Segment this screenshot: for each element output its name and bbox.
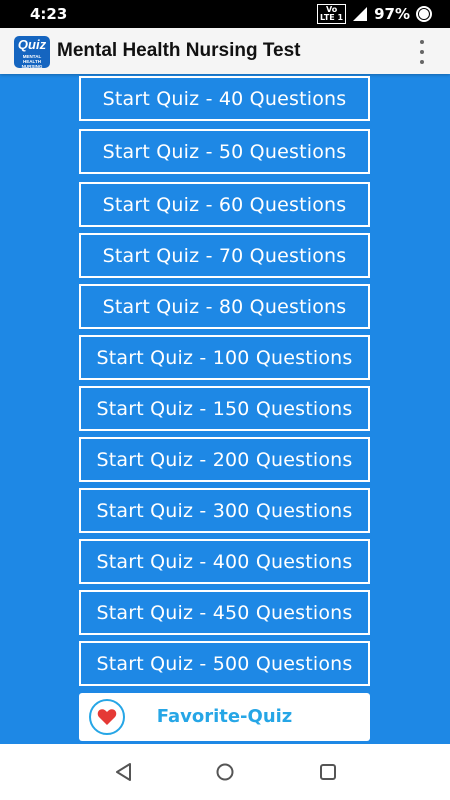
start-quiz-500-button[interactable]: Start Quiz - 500 Questions xyxy=(79,641,370,686)
start-quiz-150-button[interactable]: Start Quiz - 150 Questions xyxy=(79,386,370,431)
app-title: Mental Health Nursing Test xyxy=(57,40,301,61)
home-icon[interactable] xyxy=(213,760,237,784)
start-quiz-80-button[interactable]: Start Quiz - 80 Questions xyxy=(79,284,370,329)
signal-icon xyxy=(353,7,368,21)
start-quiz-60-button[interactable]: Start Quiz - 60 Questions xyxy=(79,182,370,227)
overflow-menu-icon[interactable] xyxy=(418,40,426,64)
back-icon[interactable] xyxy=(112,760,136,784)
start-quiz-200-button[interactable]: Start Quiz - 200 Questions xyxy=(79,437,370,482)
start-quiz-100-button[interactable]: Start Quiz - 100 Questions xyxy=(79,335,370,380)
battery-percent: 97% xyxy=(374,5,410,23)
app-bar: Quiz MENTAL HEALTH NURSING Mental Health… xyxy=(0,28,450,74)
app-logo-subtitle: MENTAL HEALTH NURSING xyxy=(21,54,43,68)
lte-label: LTE 1 xyxy=(320,13,344,22)
volte-icon: Vo LTE 1 xyxy=(317,4,347,24)
favorite-quiz-label: Favorite-Quiz xyxy=(156,706,293,727)
start-quiz-450-button[interactable]: Start Quiz - 450 Questions xyxy=(79,590,370,635)
start-quiz-50-button[interactable]: Start Quiz - 50 Questions xyxy=(79,129,370,174)
status-time: 4:23 xyxy=(30,5,68,23)
start-quiz-400-button[interactable]: Start Quiz - 400 Questions xyxy=(79,539,370,584)
app-logo: Quiz MENTAL HEALTH NURSING xyxy=(14,36,50,68)
start-quiz-300-button[interactable]: Start Quiz - 300 Questions xyxy=(79,488,370,533)
battery-icon xyxy=(416,6,432,22)
quiz-list: Start Quiz - 40 Questions Start Quiz - 5… xyxy=(0,74,450,744)
recents-icon[interactable] xyxy=(316,760,340,784)
status-icons: Vo LTE 1 97% xyxy=(317,4,432,24)
app-logo-text: Quiz xyxy=(17,37,47,52)
start-quiz-40-button[interactable]: Start Quiz - 40 Questions xyxy=(79,76,370,121)
navigation-bar xyxy=(0,744,450,800)
start-quiz-70-button[interactable]: Start Quiz - 70 Questions xyxy=(79,233,370,278)
favorite-quiz-button[interactable]: Favorite-Quiz xyxy=(79,693,370,741)
status-bar: 4:23 Vo LTE 1 97% xyxy=(0,0,450,28)
